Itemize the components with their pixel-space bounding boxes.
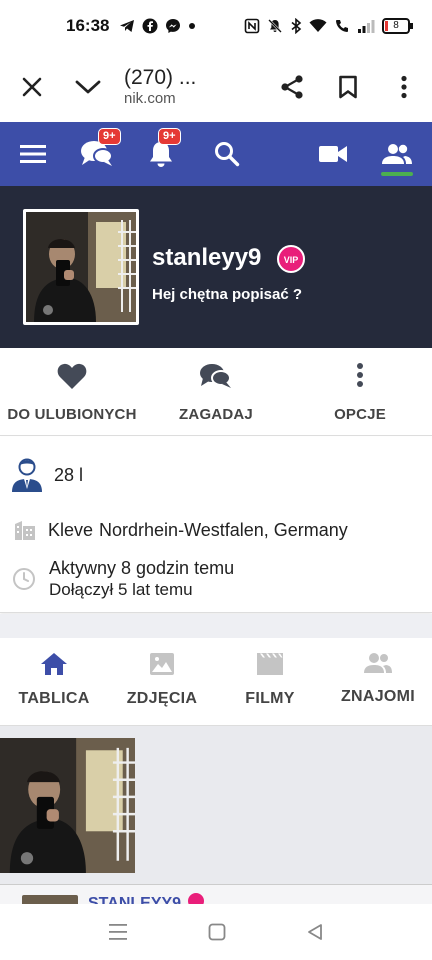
wifi-calling-icon <box>336 20 348 32</box>
age-value: 28 l <box>54 464 84 485</box>
video-camera-icon <box>319 146 347 162</box>
browser-menu-button[interactable] <box>376 59 432 115</box>
friends-nav-button[interactable] <box>366 122 428 186</box>
profile-tabs: TABLICA ZDJĘCIA FILMY ZNAJOMI <box>0 638 432 726</box>
profile-photo-image <box>26 212 136 322</box>
notifications-button[interactable]: 9+ <box>128 122 194 186</box>
messages-button[interactable]: 9+ <box>66 122 128 186</box>
telegram-icon <box>120 20 135 32</box>
system-navigation <box>0 904 432 960</box>
feed-post-avatar <box>22 895 78 904</box>
vip-label: VIP <box>284 255 299 265</box>
people-icon <box>382 144 412 164</box>
wall-feed: STANLEYY9 <box>0 726 432 904</box>
page-url: nik.com <box>124 90 176 108</box>
back-icon[interactable] <box>306 923 324 941</box>
search-icon <box>215 142 240 167</box>
age-row: 28 l <box>10 457 83 493</box>
nfc-icon <box>244 18 260 34</box>
tab-wall[interactable]: TABLICA <box>0 638 108 725</box>
active-tab-indicator <box>381 172 413 176</box>
tab-friends-label: ZNAJOMI <box>340 688 416 705</box>
building-icon <box>15 521 35 540</box>
messenger-icon <box>166 19 181 33</box>
browser-toolbar: (270) ... nik.com <box>0 52 432 122</box>
notifications-badge: 9+ <box>158 128 181 145</box>
last-active: Aktywny 8 godzin temu <box>49 558 235 578</box>
chat-icon <box>200 364 231 388</box>
location-region: Nordrhein-Westfalen, Germany <box>99 519 348 540</box>
activity-row: Aktywny 8 godzin temu Dołączył 5 lat tem… <box>12 557 234 601</box>
recent-apps-icon[interactable] <box>108 923 128 941</box>
tab-videos-label: FILMY <box>245 690 295 707</box>
share-button[interactable] <box>264 59 320 115</box>
dot-icon <box>189 23 196 29</box>
app-navbar: 9+ 9+ <box>0 122 432 186</box>
profile-header: stanleyy9 VIP Hej chętna popisać ? <box>0 186 432 348</box>
messages-badge: 9+ <box>98 128 121 145</box>
home-button-icon[interactable] <box>208 923 226 941</box>
image-icon <box>150 653 174 675</box>
chevron-down-icon <box>75 80 101 94</box>
share-icon <box>281 75 303 99</box>
close-tab-button[interactable] <box>4 59 60 115</box>
avatar[interactable] <box>23 209 139 325</box>
status-system-icons: 8 <box>244 18 413 34</box>
home-icon <box>41 653 67 675</box>
male-user-icon <box>12 458 42 492</box>
heart-icon <box>57 363 87 389</box>
video-button[interactable] <box>300 122 366 186</box>
chat-button[interactable]: ZAGADAJ <box>144 348 288 435</box>
profile-tagline: Hej chętna popisać ? <box>152 286 303 303</box>
feed-photo-image <box>0 738 135 873</box>
hamburger-icon <box>20 145 46 163</box>
feed-photo[interactable] <box>0 738 135 873</box>
joined-date: Dołączył 5 lat temu <box>49 580 193 599</box>
page-title: (270) ... <box>124 66 197 90</box>
bluetooth-icon <box>291 18 302 34</box>
mute-icon <box>268 19 282 33</box>
wifi-icon <box>309 19 327 32</box>
tab-wall-label: TABLICA <box>18 690 90 707</box>
feed-vip-badge <box>188 893 204 904</box>
menu-button[interactable] <box>0 122 66 186</box>
tab-photos-label: ZDJĘCIA <box>126 690 198 707</box>
status-bar: 16:38 8 <box>0 0 432 52</box>
profile-info: 28 l Kleve Nordrhein-Westfalen, Germany … <box>0 437 432 613</box>
feed-post[interactable]: STANLEYY9 <box>0 884 432 904</box>
page-title-url[interactable]: (270) ... nik.com <box>116 66 264 107</box>
tab-friends[interactable]: ZNAJOMI <box>324 638 432 725</box>
options-label: OPCJE <box>334 406 386 423</box>
chat-label: ZAGADAJ <box>179 406 253 423</box>
status-notification-icons <box>119 18 196 34</box>
tab-videos[interactable]: FILMY <box>216 638 324 725</box>
options-button[interactable]: OPCJE <box>288 348 432 435</box>
facebook-icon <box>142 18 158 34</box>
feed-post-author: STANLEYY9 <box>88 895 182 904</box>
close-icon <box>22 77 42 97</box>
vip-badge: VIP <box>277 245 305 273</box>
friends-icon <box>364 653 392 673</box>
profile-photo <box>26 212 136 322</box>
more-vertical-icon <box>401 75 407 99</box>
minimize-button[interactable] <box>60 59 116 115</box>
bookmark-icon <box>339 75 357 99</box>
favorite-label: DO ULUBIONYCH <box>7 406 137 423</box>
more-vertical-icon <box>357 363 363 387</box>
tab-photos[interactable]: ZDJĘCIA <box>108 638 216 725</box>
location-city: Kleve <box>48 519 94 540</box>
battery-icon: 8 <box>382 18 413 34</box>
section-divider <box>0 614 432 638</box>
signal-icon <box>358 20 375 33</box>
location-row: Kleve Nordrhein-Westfalen, Germany <box>14 519 348 541</box>
favorite-button[interactable]: DO ULUBIONYCH <box>0 348 144 435</box>
search-button[interactable] <box>194 122 260 186</box>
film-icon <box>257 653 283 675</box>
status-time: 16:38 <box>66 16 110 35</box>
profile-actions: DO ULUBIONYCH ZAGADAJ OPCJE <box>0 348 432 436</box>
bookmark-button[interactable] <box>320 59 376 115</box>
profile-username: stanleyy9 <box>152 244 262 271</box>
clock-icon <box>13 568 35 590</box>
